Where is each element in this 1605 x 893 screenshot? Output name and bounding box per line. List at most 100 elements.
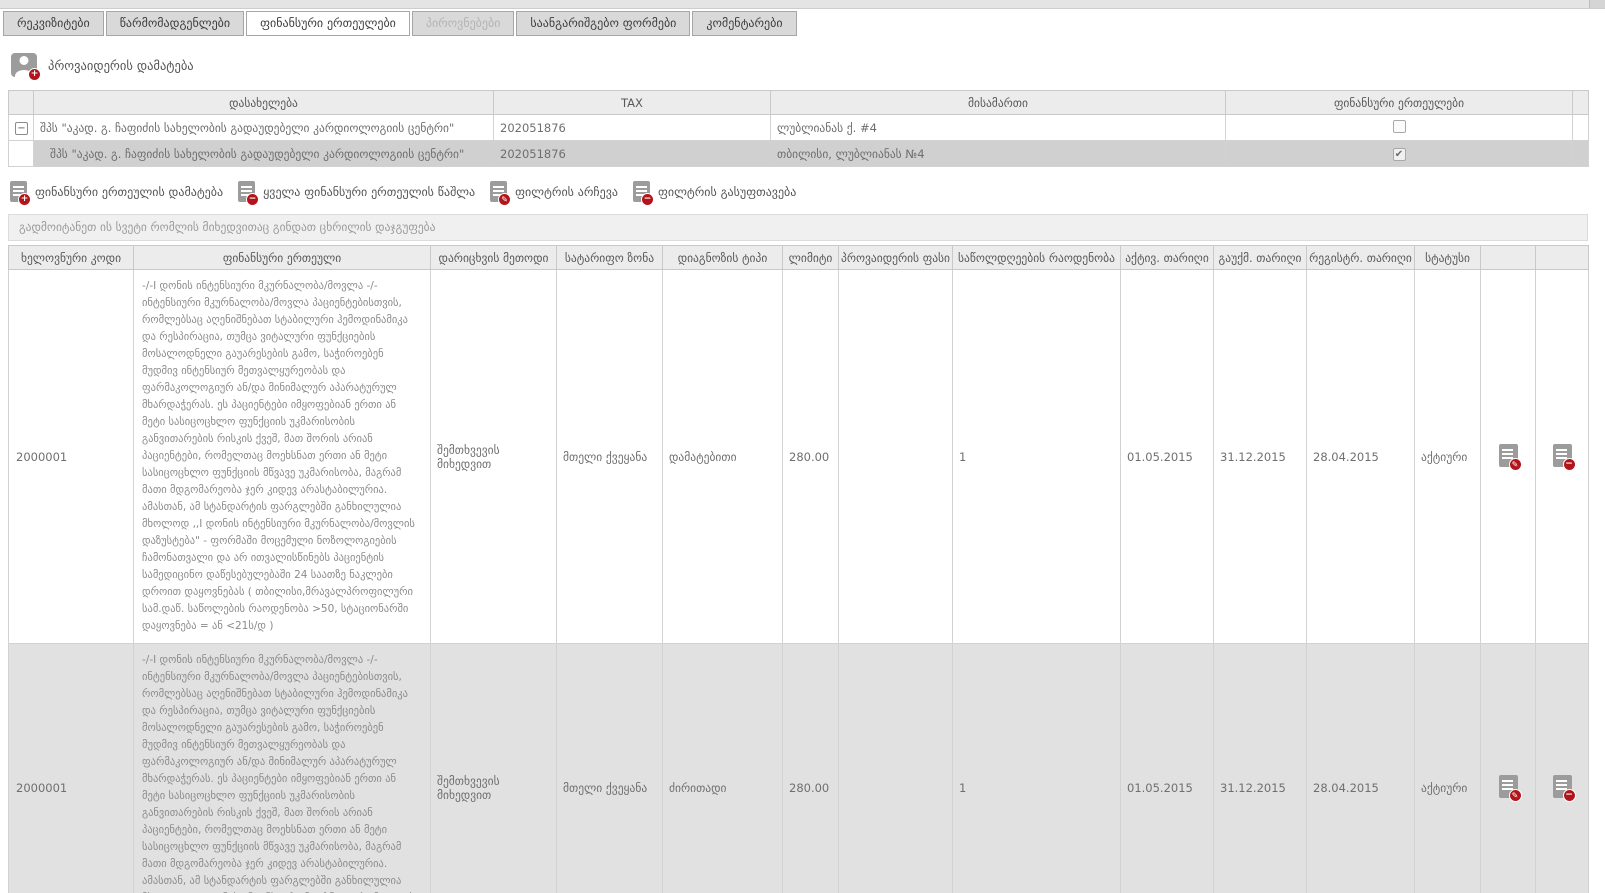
cell-method: შემთხვევის მიხედვით xyxy=(431,644,557,893)
fin-units-checkbox-cell: ✔ xyxy=(1226,141,1573,167)
cell-provider-price xyxy=(839,270,953,644)
column-header-bed-days[interactable]: საწოლდღეების რაოდენობა xyxy=(953,246,1121,270)
add-provider-button[interactable]: + პროვაიდერის დამატება xyxy=(11,53,194,77)
column-header-diagnosis-type[interactable]: დიაგნოზის ტიპი xyxy=(663,246,783,270)
collapse-icon[interactable]: − xyxy=(15,122,28,135)
action-label: ფილტრის გასუფთავება xyxy=(658,185,796,199)
cell-bed-days: 1 xyxy=(953,644,1121,893)
add-fin-unit-button[interactable]: + ფინანსური ერთეულის დამატება xyxy=(10,181,223,202)
tab-report-forms[interactable]: საანგარიშგებო ფორმები xyxy=(516,11,690,36)
minus-badge-icon: − xyxy=(1563,789,1576,802)
document-pencil-icon: ✎ xyxy=(490,181,507,202)
tail-cell xyxy=(1573,141,1589,167)
tab-requisites[interactable]: რეკვიზიტები xyxy=(3,11,104,36)
fin-units-table: ხელოვნური კოდი ფინანსური ერთეული დარიცხვ… xyxy=(8,245,1589,893)
tab-representatives[interactable]: წარმომადგენლები xyxy=(106,11,244,36)
column-header-tariff-zone[interactable]: სატარიფო ზონა xyxy=(557,246,663,270)
delete-fin-unit-icon[interactable]: − xyxy=(1553,444,1572,467)
edit-fin-unit-icon[interactable]: ✎ xyxy=(1499,444,1518,467)
pencil-badge-icon: ✎ xyxy=(1509,789,1522,802)
providers-table: დასახელება TAX მისამართი ფინანსური ერთეუ… xyxy=(8,90,1589,167)
action-label: ფილტრის არჩევა xyxy=(515,185,618,199)
cell-edit: ✎ xyxy=(1481,270,1536,644)
provider-tax-cell: 202051876 xyxy=(494,141,771,167)
edit-column-header xyxy=(1481,246,1536,270)
tail-column-header xyxy=(1573,91,1589,115)
scrollbar-end-button[interactable] xyxy=(1589,0,1605,8)
cell-fin-unit: -/-I დონის ინტენსიური მკურნალობა/მოვლა -… xyxy=(134,644,431,893)
plus-badge-icon: + xyxy=(18,193,31,206)
tail-cell xyxy=(1573,115,1589,141)
column-header-method[interactable]: დარიცხვის მეთოდი xyxy=(431,246,557,270)
cell-code: 2000001 xyxy=(9,270,134,644)
tab-comments[interactable]: კომენტარები xyxy=(692,11,796,36)
cell-registration-date: 28.04.2015 xyxy=(1307,270,1415,644)
fin-unit-row[interactable]: 2000001 -/-I დონის ინტენსიური მკურნალობა… xyxy=(9,644,1589,893)
pencil-badge-icon: ✎ xyxy=(1509,458,1522,471)
plus-badge-icon: + xyxy=(28,68,41,81)
document-minus-icon: − xyxy=(633,181,650,202)
provider-address-cell: თბილისი, ლუბლიანას №4 xyxy=(771,141,1226,167)
expander-cell: − xyxy=(9,115,34,141)
cell-fin-unit: -/-I დონის ინტენსიური მკურნალობა/მოვლა -… xyxy=(134,270,431,644)
fin-units-checkbox-unchecked[interactable] xyxy=(1393,120,1406,133)
delete-all-fin-units-button[interactable]: − ყველა ფინანსური ერთეულის წაშლა xyxy=(238,181,475,202)
cell-diagnosis-type: ძირითადი xyxy=(663,644,783,893)
document-minus-icon: − xyxy=(238,181,255,202)
clear-filter-button[interactable]: − ფილტრის გასუფთავება xyxy=(633,181,796,202)
fin-units-header-row: ხელოვნური კოდი ფინანსური ერთეული დარიცხვ… xyxy=(9,246,1589,270)
delete-column-header xyxy=(1536,246,1589,270)
top-scrollbar-track[interactable] xyxy=(0,0,1605,9)
cell-limit: 280.00 xyxy=(783,644,839,893)
column-header-limit[interactable]: ლიმიტი xyxy=(783,246,839,270)
person-plus-icon: + xyxy=(11,53,37,77)
expander-spacer-cell xyxy=(9,141,34,167)
minus-badge-icon: − xyxy=(641,193,654,206)
column-header-activation-date[interactable]: აქტივ. თარიღი xyxy=(1121,246,1214,270)
fin-units-checkbox-checked[interactable]: ✔ xyxy=(1393,148,1406,161)
tab-bar: რეკვიზიტები წარმომადგენლები ფინანსური ერ… xyxy=(0,9,1605,36)
cell-delete: − xyxy=(1536,644,1589,893)
expander-column-header xyxy=(9,91,34,115)
provider-address-cell: ლუბლიანას ქ. #4 xyxy=(771,115,1226,141)
add-provider-label: პროვაიდერის დამატება xyxy=(48,58,194,73)
cell-activation-date: 01.05.2015 xyxy=(1121,644,1214,893)
fin-unit-row[interactable]: 2000001 -/-I დონის ინტენსიური მკურნალობა… xyxy=(9,270,1589,644)
column-header-registration-date[interactable]: რეგისტრ. თარიღი xyxy=(1307,246,1415,270)
cell-status: აქტიური xyxy=(1415,644,1481,893)
cell-delete: − xyxy=(1536,270,1589,644)
action-label: ფინანსური ერთეულის დამატება xyxy=(35,185,223,199)
action-label: ყველა ფინანსური ერთეულის წაშლა xyxy=(263,185,475,199)
column-header-fin-unit[interactable]: ფინანსური ერთეული xyxy=(134,246,431,270)
column-header-provider-price[interactable]: პროვაიდერის ფასი xyxy=(839,246,953,270)
group-by-drop-zone[interactable]: გადმოიტანეთ ის სვეტი რომლის მიხედვითაც გ… xyxy=(8,214,1588,241)
cell-registration-date: 28.04.2015 xyxy=(1307,644,1415,893)
column-header-cancel-date[interactable]: გაუქმ. თარიღი xyxy=(1214,246,1307,270)
provider-name-cell: შპს "აკად. გ. ჩაფიძის სახელობის გადაუდებ… xyxy=(34,115,494,141)
tab-financial-units[interactable]: ფინანსური ერთეულები xyxy=(246,11,410,36)
provider-row[interactable]: − შპს "აკად. გ. ჩაფიძის სახელობის გადაუდ… xyxy=(9,115,1589,141)
tab-persons: პიროვნებები xyxy=(412,11,515,36)
column-header-fin-units[interactable]: ფინანსური ერთეულები xyxy=(1226,91,1573,115)
column-header-name[interactable]: დასახელება xyxy=(34,91,494,115)
column-header-address[interactable]: მისამართი xyxy=(771,91,1226,115)
cell-provider-price xyxy=(839,644,953,893)
delete-fin-unit-icon[interactable]: − xyxy=(1553,775,1572,798)
edit-fin-unit-icon[interactable]: ✎ xyxy=(1499,775,1518,798)
fin-unit-actions-toolbar: + ფინანსური ერთეულის დამატება − ყველა ფი… xyxy=(10,181,1605,202)
provider-child-row-selected[interactable]: შპს "აკად. გ. ჩაფიძის სახელობის გადაუდებ… xyxy=(9,141,1589,167)
tab-content-financial-units: + პროვაიდერის დამატება დასახელება TAX მი… xyxy=(0,53,1605,893)
choose-filter-button[interactable]: ✎ ფილტრის არჩევა xyxy=(490,181,618,202)
cell-diagnosis-type: დამატებითი xyxy=(663,270,783,644)
column-header-tax[interactable]: TAX xyxy=(494,91,771,115)
providers-table-header-row: დასახელება TAX მისამართი ფინანსური ერთეუ… xyxy=(9,91,1589,115)
minus-badge-icon: − xyxy=(1563,458,1576,471)
column-header-status[interactable]: სტატუსი xyxy=(1415,246,1481,270)
document-plus-icon: + xyxy=(10,181,27,202)
column-header-code[interactable]: ხელოვნური კოდი xyxy=(9,246,134,270)
fin-units-checkbox-cell xyxy=(1226,115,1573,141)
cell-method: შემთხვევის მიხედვით xyxy=(431,270,557,644)
cell-limit: 280.00 xyxy=(783,270,839,644)
cell-code: 2000001 xyxy=(9,644,134,893)
provider-name-cell: შპს "აკად. გ. ჩაფიძის სახელობის გადაუდებ… xyxy=(34,141,494,167)
